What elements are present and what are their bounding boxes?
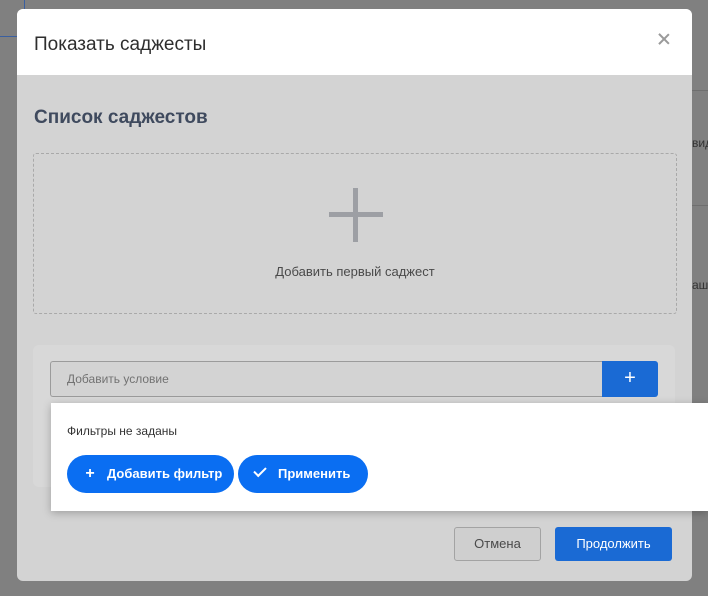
background-text: аш [692, 278, 708, 292]
add-first-suggest-dropzone[interactable]: Добавить первый саджест [33, 153, 677, 314]
add-condition-button[interactable]: + [602, 361, 658, 397]
add-filter-button[interactable]: + Добавить фильтр [67, 455, 234, 493]
close-icon[interactable] [656, 31, 672, 47]
dialog-title: Показать саджесты [34, 34, 207, 55]
plus-icon [329, 188, 383, 242]
continue-button[interactable]: Продолжить [555, 527, 672, 561]
check-icon [253, 463, 267, 478]
background-text: вид [692, 136, 708, 150]
plus-icon: + [85, 465, 95, 482]
apply-button[interactable]: Применить [238, 455, 368, 493]
add-condition-input[interactable] [50, 361, 602, 397]
apply-label: Применить [278, 466, 351, 481]
background-divider [692, 90, 708, 91]
section-title: Список саджестов [34, 107, 208, 128]
no-filters-text: Фильтры не заданы [67, 424, 178, 438]
background-divider [692, 205, 708, 206]
dialog-header: Показать саджесты [17, 9, 692, 75]
add-filter-label: Добавить фильтр [107, 466, 223, 481]
dropzone-label: Добавить первый саджест [275, 264, 435, 279]
filters-popover: Фильтры не заданы + Добавить фильтр Приме… [51, 403, 708, 511]
cancel-button[interactable]: Отмена [454, 527, 541, 561]
